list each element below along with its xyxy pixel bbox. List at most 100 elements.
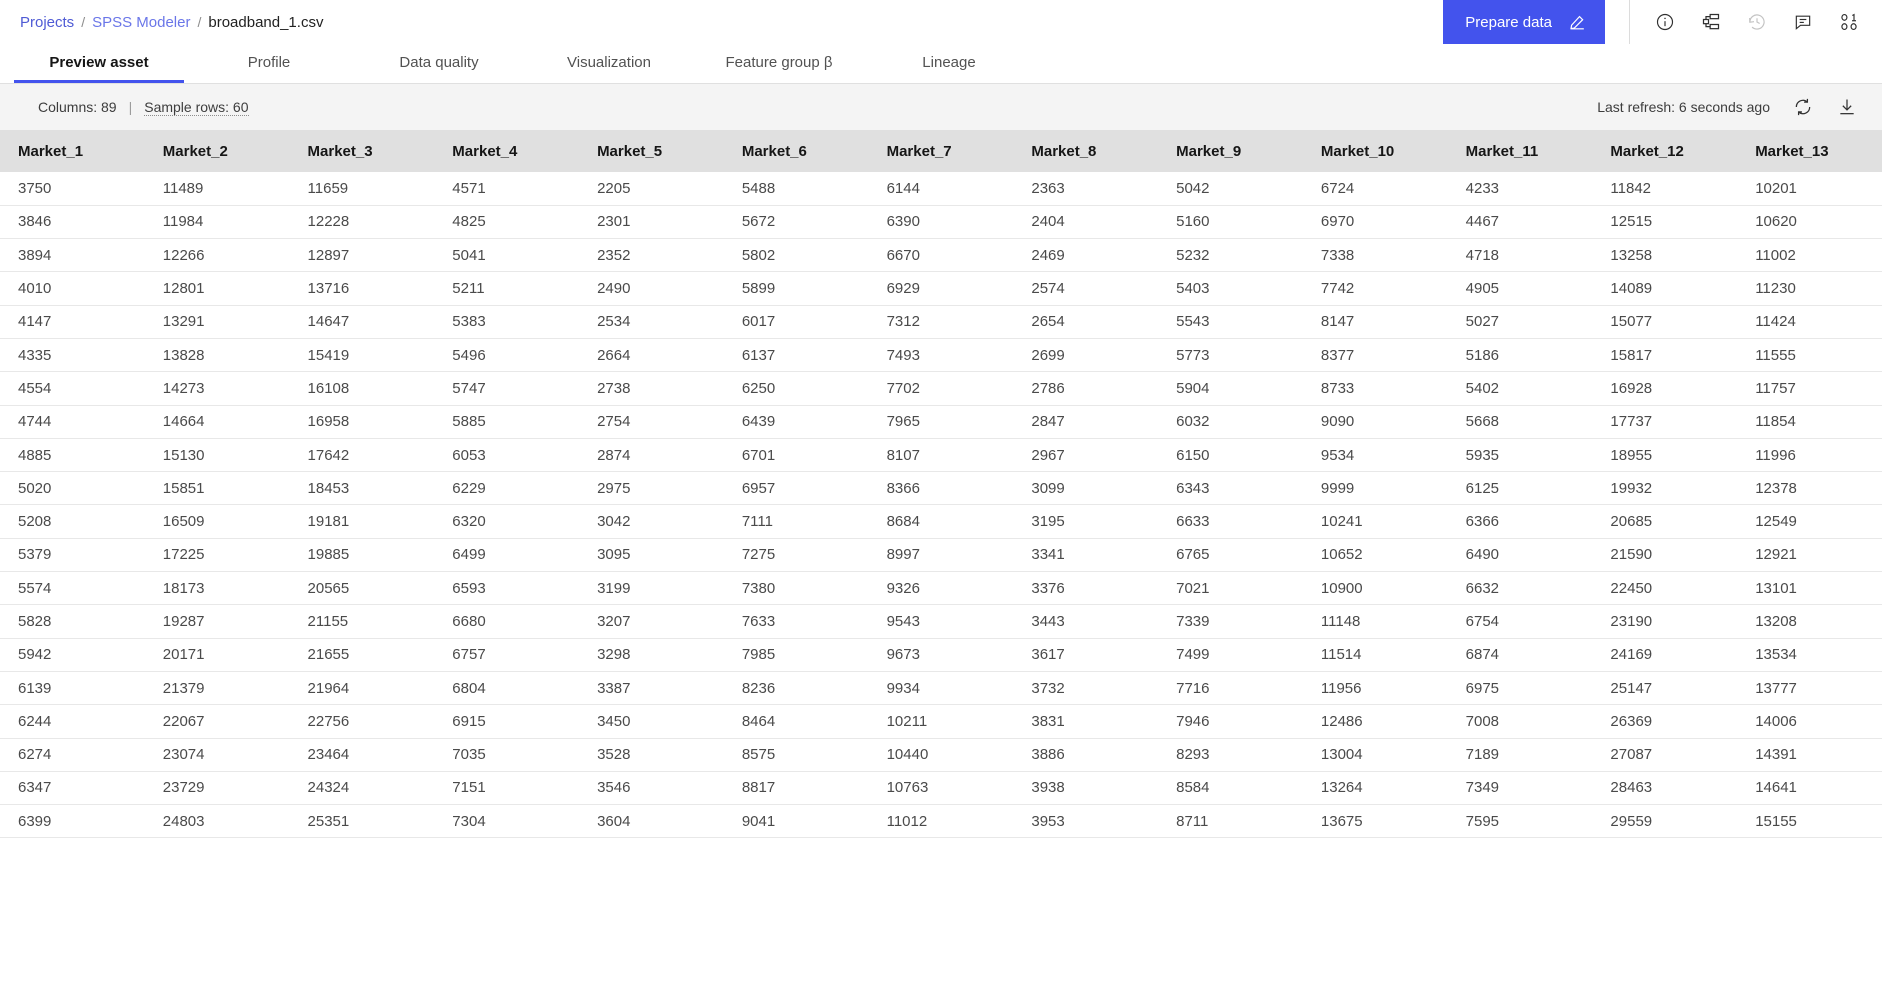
table-cell: 2534 [579,305,724,339]
table-cell: 2574 [1013,271,1159,306]
table-cell: 14006 [1737,704,1882,739]
download-icon[interactable] [1836,96,1858,118]
table-cell: 8236 [723,671,869,706]
table-cell: 13004 [1302,738,1448,772]
table-row[interactable]: 4554 14273 16108 5747 2738 6250 7702 2786 5904 87… [0,371,1882,406]
table-cell: 4571 [434,172,580,206]
data-structure-icon[interactable] [1700,11,1722,33]
refresh-controls: Last refresh: 6 seconds ago [1597,96,1858,118]
table-row[interactable]: 6347 23729 24324 7151 3546 8817 10763 3938 8584 1… [0,771,1882,806]
comment-icon[interactable] [1792,11,1814,33]
tab-feature-group[interactable]: Feature group β [694,44,864,83]
tab-profile[interactable]: Profile [184,44,354,83]
table-cell: 8584 [1158,771,1303,806]
column-header-market_4[interactable]: Market_4 [434,130,580,172]
table-cell: 7742 [1302,271,1448,306]
table-cell: 9673 [868,638,1014,672]
table-cell: 11424 [1737,305,1882,339]
breadcrumb-separator-2: / [197,14,202,30]
table-cell: 6150 [1158,438,1303,473]
table-cell: 21590 [1592,538,1738,573]
table-row[interactable]: 5828 19287 21155 6680 3207 7633 9543 3443 7339 11… [0,604,1882,639]
tab-preview-asset[interactable]: Preview asset [14,44,184,83]
table-row[interactable]: 6139 21379 21964 6804 3387 8236 9934 3732 7716 11… [0,671,1882,706]
column-header-market_10[interactable]: Market_10 [1302,130,1448,172]
breadcrumb-spss-modeler[interactable]: SPSS Modeler [92,14,190,31]
table-cell: 8711 [1158,804,1303,839]
table-cell: 14089 [1592,271,1738,306]
table-row[interactable]: 5942 20171 21655 6757 3298 7985 9673 3617 7499 11… [0,638,1882,672]
column-header-market_9[interactable]: Market_9 [1158,130,1303,172]
table-row[interactable]: 3750 11489 11659 4571 2205 5488 6144 2363 5042 67… [0,172,1882,206]
table-header: Market_1 Market_2 Market_3 Market_4 Market_5… [0,130,1882,172]
table-cell: 10201 [1737,172,1882,206]
info-icon[interactable] [1654,11,1676,33]
table-cell: 20685 [1592,504,1738,539]
table-cell: 6724 [1302,172,1448,206]
table-cell: 13264 [1302,771,1448,806]
table-cell: 5828 [0,604,145,639]
table-cell: 20565 [289,571,435,606]
table-cell: 2352 [579,238,724,273]
table-cell: 2967 [1013,438,1159,473]
table-row[interactable]: 5379 17225 19885 6499 3095 7275 8997 3341 6765 10… [0,538,1882,573]
table-cell: 4718 [1447,238,1593,273]
column-header-market_12[interactable]: Market_12 [1592,130,1738,172]
table-cell: 11984 [144,205,290,240]
column-header-market_11[interactable]: Market_11 [1447,130,1593,172]
column-header-market_5[interactable]: Market_5 [579,130,724,172]
table-row[interactable]: 5208 16509 19181 6320 3042 7111 8684 3195 6633 10… [0,504,1882,539]
table-row[interactable]: 4335 13828 15419 5496 2664 6137 7493 2699 5773 83… [0,338,1882,373]
table-cell: 4885 [0,438,145,473]
dataset-stats: Columns: 89 | Sample rows: 60 [38,99,249,116]
table-cell: 2404 [1013,205,1159,240]
table-cell: 6244 [0,704,145,739]
table-cell: 17225 [144,538,290,573]
table-cell: 3894 [0,238,145,273]
table-cell: 3846 [0,205,145,240]
tab-visualization[interactable]: Visualization [524,44,694,83]
column-header-market_3[interactable]: Market_3 [289,130,435,172]
table-cell: 6975 [1447,671,1593,706]
table-cell: 4147 [0,305,145,339]
table-row[interactable]: 3846 11984 12228 4825 2301 5672 6390 2404 5160 69… [0,205,1882,240]
column-header-market_1[interactable]: Market_1 [0,130,145,172]
table-cell: 9326 [868,571,1014,606]
table-row[interactable]: 3894 12266 12897 5041 2352 5802 6670 2469 5232 73… [0,238,1882,273]
table-cell: 5041 [434,238,580,273]
breadcrumb-projects[interactable]: Projects [20,14,74,31]
tab-data-quality[interactable]: Data quality [354,44,524,83]
table-cell: 6274 [0,738,145,772]
column-header-market_6[interactable]: Market_6 [723,130,869,172]
sample-rows-count[interactable]: Sample rows: 60 [144,99,249,116]
data-preview-table-container[interactable]: Market_1 Market_2 Market_3 Market_4 Market_5… [0,130,1882,1002]
refresh-icon[interactable] [1792,96,1814,118]
column-header-market_2[interactable]: Market_2 [144,130,290,172]
table-row[interactable]: 5574 18173 20565 6593 3199 7380 9326 3376 7021 10… [0,571,1882,606]
table-cell: 13777 [1737,671,1882,706]
table-cell: 9934 [868,671,1014,706]
binary-data-icon[interactable] [1838,11,1860,33]
table-row[interactable]: 4885 15130 17642 6053 2874 6701 8107 2967 6150 95… [0,438,1882,473]
table-cell: 19885 [289,538,435,573]
table-row[interactable]: 4147 13291 14647 5383 2534 6017 7312 2654 5543 81… [0,305,1882,339]
table-cell: 11230 [1737,271,1882,306]
table-cell: 27087 [1592,738,1738,772]
column-header-market_8[interactable]: Market_8 [1013,130,1159,172]
tab-lineage[interactable]: Lineage [864,44,1034,83]
table-cell: 5802 [723,238,869,273]
table-row[interactable]: 6399 24803 25351 7304 3604 9041 11012 3953 8711 1… [0,804,1882,839]
table-cell: 6632 [1447,571,1593,606]
column-header-market_7[interactable]: Market_7 [868,130,1014,172]
table-row[interactable]: 6244 22067 22756 6915 3450 8464 10211 3831 7946 1… [0,704,1882,739]
table-row[interactable]: 4744 14664 16958 5885 2754 6439 7965 2847 6032 90… [0,405,1882,439]
table-row[interactable]: 6274 23074 23464 7035 3528 8575 10440 3886 8293 1… [0,738,1882,772]
table-row[interactable]: 4010 12801 13716 5211 2490 5899 6929 2574 5403 77… [0,271,1882,306]
table-cell: 6366 [1447,504,1593,539]
column-header-market_13[interactable]: Market_13 [1737,130,1882,172]
table-cell: 7339 [1158,604,1303,639]
table-cell: 15817 [1592,338,1738,373]
prepare-data-button[interactable]: Prepare data [1443,0,1605,44]
table-row[interactable]: 5020 15851 18453 6229 2975 6957 8366 3099 6343 99… [0,471,1882,506]
table-cell: 6439 [723,405,869,439]
